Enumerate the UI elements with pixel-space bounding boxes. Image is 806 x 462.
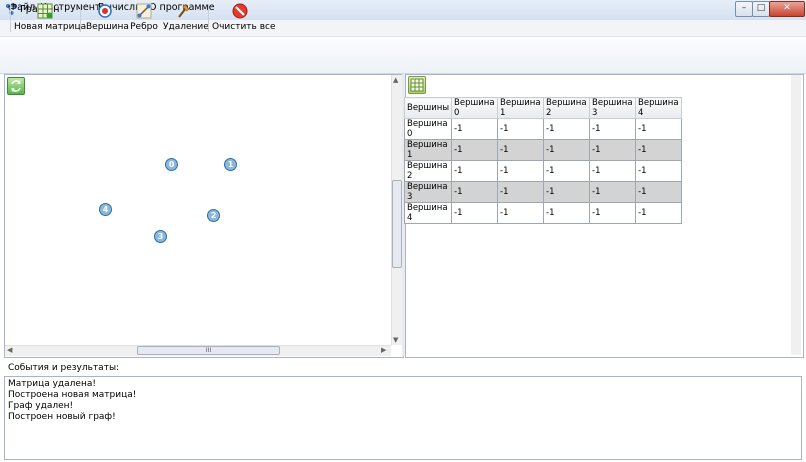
matrix-cell[interactable]: -1 [543, 139, 591, 161]
column-header[interactable]: Вершина 4 [635, 97, 683, 119]
scroll-right-icon[interactable]: ▶ [381, 346, 386, 354]
toolbar [0, 37, 806, 74]
matrix-cell[interactable]: -1 [589, 139, 637, 161]
matrix-cell[interactable]: -1 [635, 139, 683, 161]
matrix-cell[interactable]: -1 [451, 202, 499, 224]
events-label: События и результаты: [8, 363, 120, 373]
table-row[interactable]: Вершина 3 -1 -1 -1 -1 -1 [403, 181, 683, 203]
graph-vertex[interactable]: 3 [154, 230, 167, 243]
clear-all-label: Очистить все [212, 22, 276, 32]
matrix-grid-icon [410, 78, 424, 92]
log-line: Построена новая матрица! [8, 390, 137, 400]
scroll-left-icon[interactable]: ◀ [7, 346, 12, 354]
matrix-cell[interactable]: -1 [497, 160, 545, 182]
canvas-vscroll-thumb[interactable] [392, 180, 402, 268]
matrix-cell[interactable]: -1 [635, 202, 683, 224]
table-row[interactable]: Вершина 1 -1 -1 -1 -1 -1 [403, 139, 683, 161]
column-header[interactable]: Вершина 0 [451, 97, 499, 119]
graph-vertex[interactable]: 0 [165, 158, 178, 171]
delete-label: Удаление [163, 22, 209, 32]
toolbar-separator [80, 4, 81, 32]
graph-vertex[interactable]: 4 [99, 203, 112, 216]
adjacency-matrix-table[interactable]: Вершины Вершина 0 Вершина 1 Вершина 2 Ве… [403, 97, 683, 224]
column-header[interactable]: Вершины [403, 97, 453, 119]
refresh-icon [11, 80, 21, 92]
edge-button[interactable]: Ребро [129, 2, 159, 34]
maximize-button[interactable]: □ [752, 1, 770, 17]
matrix-tool-button[interactable] [408, 76, 426, 94]
graph-vertex[interactable]: 1 [224, 158, 237, 171]
matrix-cell[interactable]: -1 [543, 160, 591, 182]
matrix-vertical-scrollbar[interactable] [791, 75, 801, 355]
matrix-cell[interactable]: -1 [543, 181, 591, 203]
matrix-cell[interactable]: -1 [589, 160, 637, 182]
matrix-cell[interactable]: -1 [451, 118, 499, 140]
row-header[interactable]: Вершина 4 [403, 202, 453, 224]
row-header[interactable]: Вершина 0 [403, 118, 453, 140]
matrix-cell[interactable]: -1 [497, 118, 545, 140]
matrix-cell[interactable]: -1 [589, 118, 637, 140]
log-line: Матрица удалена! [8, 379, 96, 389]
no-entry-icon [232, 3, 248, 19]
scroll-down-icon[interactable]: ▼ [393, 336, 398, 344]
refresh-button[interactable] [7, 77, 25, 95]
matrix-cell[interactable]: -1 [451, 160, 499, 182]
graph-vertex[interactable]: 2 [207, 209, 220, 222]
matrix-cell[interactable]: -1 [589, 181, 637, 203]
matrix-cell[interactable]: -1 [635, 118, 683, 140]
matrix-cell[interactable]: -1 [635, 160, 683, 182]
log-line: Построен новый граф! [8, 412, 116, 422]
matrix-cell[interactable]: -1 [497, 181, 545, 203]
events-log[interactable] [4, 376, 802, 460]
row-header[interactable]: Вершина 3 [403, 181, 453, 203]
vertex-label: Вершина [86, 22, 129, 32]
matrix-cell[interactable]: -1 [589, 202, 637, 224]
table-row[interactable]: Вершина 0 -1 -1 -1 -1 -1 [403, 118, 683, 140]
table-row[interactable]: Вершина 4 -1 -1 -1 -1 -1 [403, 202, 683, 224]
matrix-grid-icon [37, 3, 53, 19]
vertex-button[interactable]: Вершина [86, 2, 129, 34]
column-header[interactable]: Вершина 2 [543, 97, 591, 119]
log-line: Граф удален! [8, 401, 74, 411]
matrix-cell[interactable]: -1 [497, 202, 545, 224]
vertex-icon [97, 3, 113, 19]
toolbar-separator [208, 4, 209, 32]
new-matrix-button[interactable]: Новая матрица [14, 2, 87, 34]
matrix-cell[interactable]: -1 [543, 118, 591, 140]
brush-icon [175, 3, 191, 19]
table-row[interactable]: Вершина 2 -1 -1 -1 -1 -1 [403, 160, 683, 182]
close-button[interactable]: ✕ [769, 1, 805, 17]
matrix-cell[interactable]: -1 [635, 181, 683, 203]
matrix-cell[interactable]: -1 [451, 181, 499, 203]
toolbar-grip [10, 4, 11, 32]
matrix-cell[interactable]: -1 [451, 139, 499, 161]
row-header[interactable]: Вершина 2 [403, 160, 453, 182]
edge-label: Ребро [130, 22, 158, 32]
matrix-header-row: Вершины Вершина 0 Вершина 1 Вершина 2 Ве… [403, 97, 683, 119]
column-header[interactable]: Вершина 3 [589, 97, 637, 119]
column-header[interactable]: Вершина 1 [497, 97, 545, 119]
clear-all-button[interactable]: Очистить все [212, 2, 276, 34]
new-matrix-label: Новая матрица [14, 22, 87, 32]
canvas-hscroll-thumb[interactable]: III [137, 346, 280, 355]
graph-canvas[interactable] [4, 74, 404, 358]
matrix-cell[interactable]: -1 [497, 139, 545, 161]
minimize-button[interactable]: – [735, 1, 753, 17]
scroll-up-icon[interactable]: ▲ [393, 76, 398, 84]
matrix-cell[interactable]: -1 [543, 202, 591, 224]
delete-button[interactable]: Удаление [163, 2, 209, 34]
edge-icon [136, 3, 152, 19]
row-header[interactable]: Вершина 1 [403, 139, 453, 161]
